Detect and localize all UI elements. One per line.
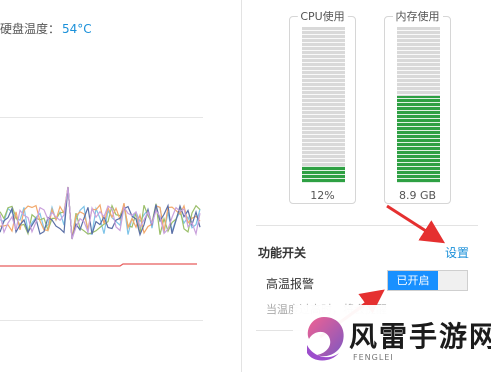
temperature-threshold-line [0,263,197,267]
feature-switches-title: 功能开关 [258,246,307,260]
memory-usage-value: 8.9 GB [398,189,437,202]
disk-temperature: 硬盘温度： 54°C [0,20,92,37]
cpu-usage-meter: CPU使用 12% [289,8,356,204]
temperature-series-3 [0,186,201,240]
memory-usage-bar [397,27,440,183]
chart-top-border [0,117,203,118]
watermark-text: 风雷手游网 [349,320,491,353]
left-panel: 硬盘温度： 54°C [0,0,241,372]
fenglei-logo-icon [307,317,344,361]
temperature-history-chart [0,186,201,267]
temperature-series-1 [0,186,201,240]
memory-usage-title: 内存使用 [392,8,443,24]
disk-temperature-value: 54°C [62,22,92,36]
section-divider [256,225,478,226]
memory-usage-meter: 内存使用 8.9 GB [384,8,451,204]
cpu-usage-title: CPU使用 [297,8,348,24]
toggle-on-state: 已开启 [388,271,438,290]
temperature-series-4 [0,186,201,240]
cpu-bar-stripes [302,27,345,183]
temperature-series-5 [0,186,201,240]
high-temp-alarm-label: 高温报警 [266,277,315,291]
memory-bar-stripes [397,27,440,183]
watermark-subtext: FENGLEI [353,353,394,362]
cpu-usage-bar [302,27,345,183]
watermark: 风雷手游网 FENGLEI [293,305,491,372]
temperature-series-2 [0,186,201,240]
chart-bottom-border [0,320,203,321]
cpu-usage-value: 12% [310,189,335,202]
high-temp-alarm-toggle[interactable]: 已开启 [387,270,468,291]
disk-temperature-label: 硬盘温度： [0,22,61,36]
settings-link[interactable]: 设置 [445,244,469,261]
